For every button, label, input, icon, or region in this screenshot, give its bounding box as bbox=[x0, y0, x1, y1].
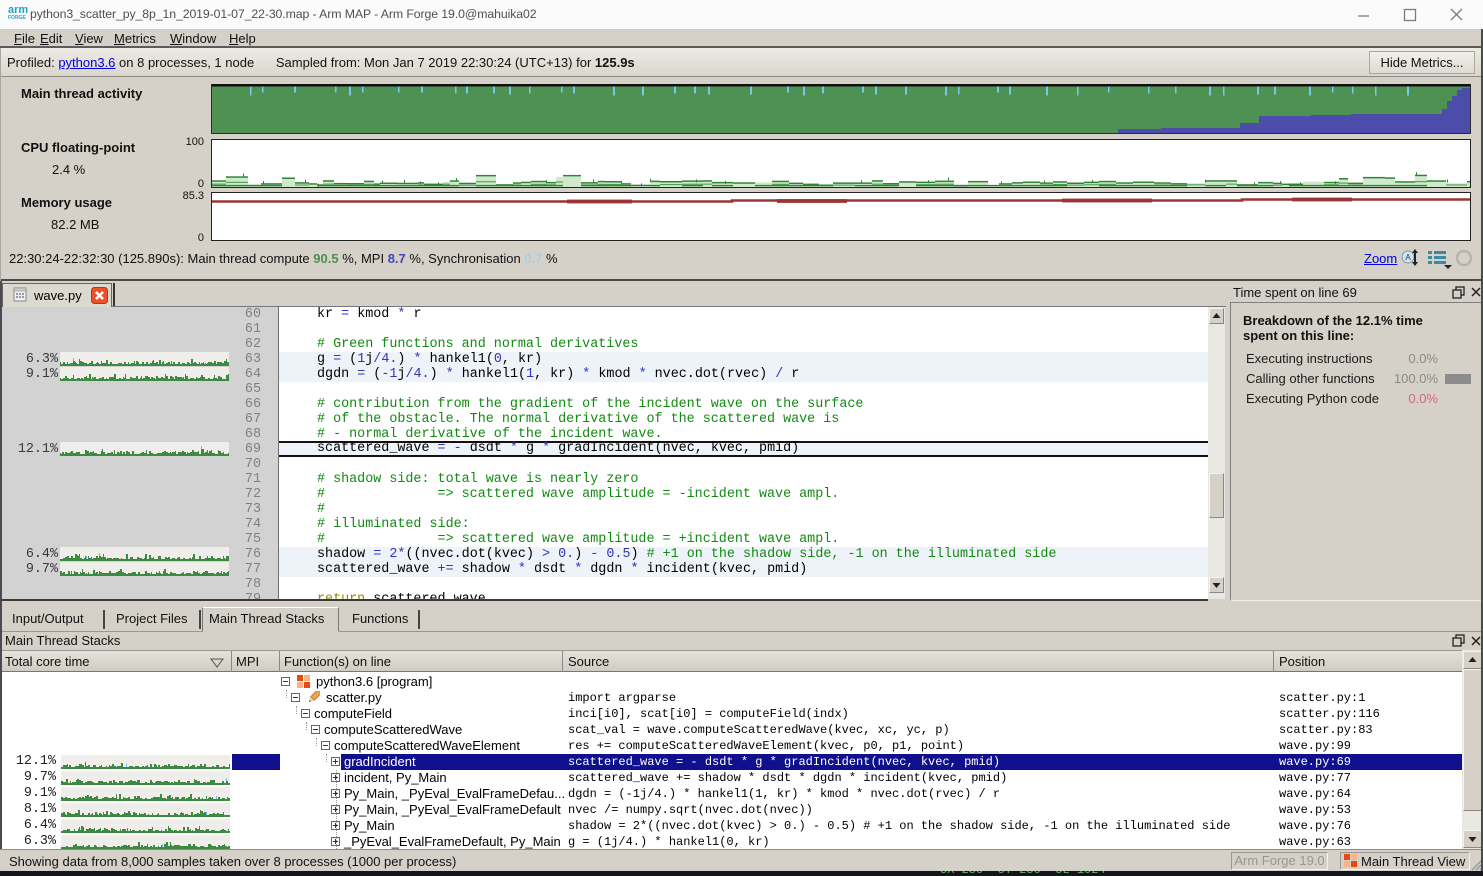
svg-text:A: A bbox=[1405, 253, 1411, 262]
